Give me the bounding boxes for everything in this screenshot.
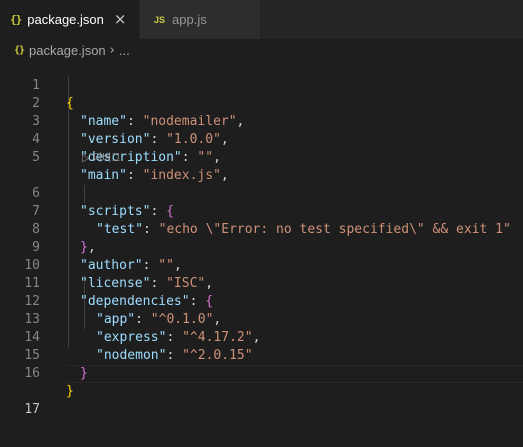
- code-line: 9 "author": "",: [0, 221, 523, 273]
- code-line: 1 {: [0, 59, 523, 111]
- tab-label: app.js: [172, 12, 207, 27]
- code-line: 11 "dependencies": {: [0, 257, 523, 309]
- tab-app-js[interactable]: JS app.js: [140, 0, 260, 39]
- code-line: 7 "test": "echo \"Error: no test specifi…: [0, 185, 523, 237]
- code-line: 6 "scripts": {: [0, 167, 523, 219]
- code-line: 10 "license": "ISC",: [0, 239, 523, 291]
- line-number: 5: [32, 150, 40, 165]
- code-line: 14 "nodemon": "^2.0.15": [0, 311, 523, 363]
- code-line: 12 "app": "^0.1.0",: [0, 275, 523, 327]
- colon: :: [181, 150, 198, 165]
- code-line: 2 "name": "nodemailer",: [0, 77, 523, 129]
- tab-bar: {} package.json × JS app.js: [0, 0, 523, 39]
- code-line: 4 "description": "",: [0, 113, 523, 165]
- code-line: 15 }: [0, 329, 523, 381]
- line-number: 17: [24, 402, 40, 417]
- tab-label: package.json: [27, 12, 104, 27]
- json-value: "": [197, 150, 214, 165]
- line-content: }: [66, 383, 74, 401]
- code-line: 8 },: [0, 203, 523, 255]
- brace: }: [66, 384, 74, 399]
- code-line-current: 17: [0, 365, 523, 417]
- chevron-right-icon: ›: [109, 42, 115, 58]
- code-line: 3 "version": "1.0.0",: [0, 95, 523, 147]
- debug-codelens[interactable]: ▷ 디버그: [82, 150, 120, 167]
- close-icon[interactable]: ×: [114, 12, 127, 27]
- breadcrumb-file[interactable]: package.json: [29, 43, 106, 58]
- comma: ,: [213, 150, 221, 165]
- code-line: 13 "express": "^4.17.2",: [0, 293, 523, 345]
- tab-package-json[interactable]: {} package.json ×: [0, 0, 139, 39]
- code-line: 5 "main": "index.js",: [0, 131, 523, 183]
- json-file-icon: {}: [10, 13, 22, 26]
- code-editor[interactable]: 1 { 2 "name": "nodemailer", 3 "version":…: [0, 59, 523, 447]
- breadcrumb-more[interactable]: ...: [119, 43, 130, 58]
- breadcrumb: {} package.json › ...: [0, 39, 523, 61]
- js-file-icon: JS: [154, 14, 166, 25]
- json-file-icon: {}: [14, 44, 25, 56]
- code-line: 16 }: [0, 347, 523, 399]
- current-line-highlight: [66, 365, 523, 383]
